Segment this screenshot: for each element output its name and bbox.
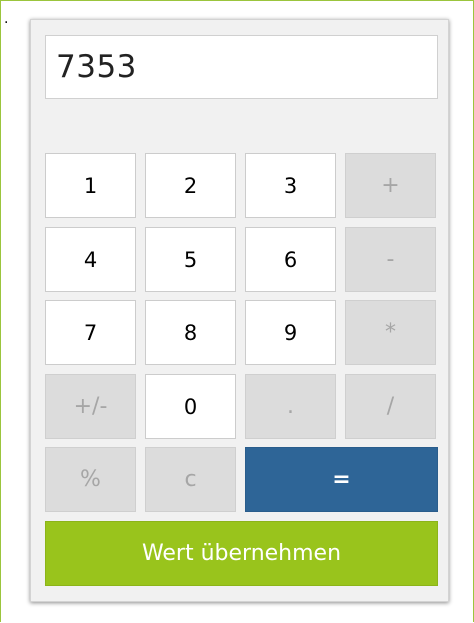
key-0[interactable]: 0 bbox=[145, 374, 236, 439]
key-9[interactable]: 9 bbox=[245, 300, 336, 365]
key-3[interactable]: 3 bbox=[245, 153, 336, 218]
calculator-display[interactable]: 7353 bbox=[45, 35, 438, 99]
key-4[interactable]: 4 bbox=[45, 227, 136, 292]
apply-value-button[interactable]: Wert übernehmen bbox=[45, 521, 438, 586]
key-8[interactable]: 8 bbox=[145, 300, 236, 365]
key-5[interactable]: 5 bbox=[145, 227, 236, 292]
clear-key[interactable]: c bbox=[145, 447, 236, 512]
divide-key[interactable]: / bbox=[345, 374, 436, 439]
key-6[interactable]: 6 bbox=[245, 227, 336, 292]
equals-key[interactable]: = bbox=[245, 447, 438, 512]
sign-toggle-key[interactable]: +/- bbox=[45, 374, 136, 439]
minus-key[interactable]: - bbox=[345, 227, 436, 292]
key-7[interactable]: 7 bbox=[45, 300, 136, 365]
plus-key[interactable]: + bbox=[345, 153, 436, 218]
key-2[interactable]: 2 bbox=[145, 153, 236, 218]
percent-key[interactable]: % bbox=[45, 447, 136, 512]
corner-marker: . bbox=[4, 11, 9, 27]
decimal-key[interactable]: . bbox=[245, 374, 336, 439]
key-1[interactable]: 1 bbox=[45, 153, 136, 218]
multiply-key[interactable]: * bbox=[345, 300, 436, 365]
